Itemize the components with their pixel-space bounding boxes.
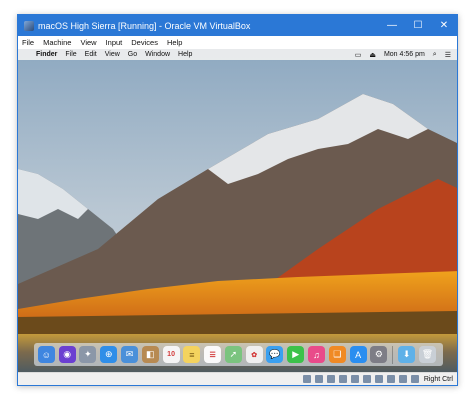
airplay-icon[interactable]: ▭ xyxy=(355,51,362,59)
maps-icon[interactable]: ➚ xyxy=(224,346,242,363)
menu-machine[interactable]: Machine xyxy=(43,38,71,47)
siri-icon[interactable]: ◉ xyxy=(58,346,76,363)
system-preferences-icon[interactable]: ⚙ xyxy=(370,346,388,363)
video-capture-icon[interactable] xyxy=(386,375,395,383)
usb-icon[interactable] xyxy=(350,375,359,383)
mac-menu-file[interactable]: File xyxy=(65,51,76,58)
mail-icon[interactable]: ✉ xyxy=(121,346,139,363)
host-key-label: Right Ctrl xyxy=(423,375,453,383)
dock: ☺ ◉ ✦ ⊕ ✉ ◧ 10 ≡ ☰ ➚ ✿ 💬 ▶ ♫ ❑ A ⚙ ⬇ 🗑 xyxy=(34,343,443,366)
photos-icon[interactable]: ✿ xyxy=(245,346,263,363)
mac-menu-window[interactable]: Window xyxy=(145,51,170,58)
mouse-integration-icon[interactable] xyxy=(410,375,419,383)
mac-menu-edit[interactable]: Edit xyxy=(85,51,97,58)
mac-menu-help[interactable]: Help xyxy=(178,51,192,58)
reminders-icon[interactable]: ☰ xyxy=(204,346,222,363)
virtualbox-app-icon xyxy=(24,20,34,31)
title-bar: macOS High Sierra [Running] - Oracle VM … xyxy=(18,15,457,36)
virtualbox-window: macOS High Sierra [Running] - Oracle VM … xyxy=(17,14,458,386)
minimize-button[interactable]: — xyxy=(379,15,405,36)
optical-drive-icon[interactable] xyxy=(314,375,323,383)
high-sierra-wallpaper xyxy=(18,49,457,374)
close-button[interactable]: ✕ xyxy=(431,15,457,36)
dock-separator xyxy=(392,345,394,364)
cpu-icon[interactable] xyxy=(398,375,407,383)
notes-icon[interactable]: ≡ xyxy=(183,346,201,363)
clock[interactable]: Mon 4:56 pm xyxy=(384,51,425,58)
audio-icon[interactable] xyxy=(326,375,335,383)
trash-icon[interactable]: 🗑 xyxy=(418,346,436,363)
launchpad-icon[interactable]: ✦ xyxy=(79,346,97,363)
finder-icon[interactable]: ☺ xyxy=(37,346,55,363)
vbox-statusbar: Right Ctrl xyxy=(18,372,457,385)
messages-icon[interactable]: 💬 xyxy=(266,346,284,363)
maximize-button[interactable]: ☐ xyxy=(405,15,431,36)
safari-icon[interactable]: ⊕ xyxy=(100,346,118,363)
contacts-icon[interactable]: ◧ xyxy=(141,346,159,363)
notification-center-icon[interactable]: ☰ xyxy=(445,51,451,59)
ibooks-icon[interactable]: ❑ xyxy=(328,346,346,363)
vbox-menubar: File Machine View Input Devices Help xyxy=(18,36,457,49)
display-icon[interactable] xyxy=(374,375,383,383)
mac-menu-go[interactable]: Go xyxy=(128,51,137,58)
spotlight-icon[interactable]: ⌕ xyxy=(433,51,437,59)
menu-file[interactable]: File xyxy=(22,38,34,47)
calendar-icon[interactable]: 10 xyxy=(162,346,180,363)
mac-menu-view[interactable]: View xyxy=(105,51,120,58)
shared-folder-icon[interactable] xyxy=(362,375,371,383)
finder-menu[interactable]: Finder xyxy=(36,51,57,58)
macos-menubar: Finder File Edit View Go Window Help ▭ ⏏… xyxy=(18,49,457,60)
menu-help[interactable]: Help xyxy=(167,38,182,47)
downloads-folder-icon[interactable]: ⬇ xyxy=(398,346,416,363)
facetime-icon[interactable]: ▶ xyxy=(287,346,305,363)
menu-input[interactable]: Input xyxy=(106,38,123,47)
app-store-icon[interactable]: A xyxy=(349,346,367,363)
eject-icon[interactable]: ⏏ xyxy=(369,51,376,59)
itunes-icon[interactable]: ♫ xyxy=(308,346,326,363)
hard-disk-icon[interactable] xyxy=(302,375,311,383)
network-icon[interactable] xyxy=(338,375,347,383)
vm-display[interactable]: Finder File Edit View Go Window Help ▭ ⏏… xyxy=(18,49,457,374)
menubar-extras: ▭ ⏏ Mon 4:56 pm ⌕ ☰ xyxy=(347,51,457,59)
window-title: macOS High Sierra [Running] - Oracle VM … xyxy=(38,20,251,31)
menu-devices[interactable]: Devices xyxy=(131,38,158,47)
menu-view[interactable]: View xyxy=(80,38,96,47)
